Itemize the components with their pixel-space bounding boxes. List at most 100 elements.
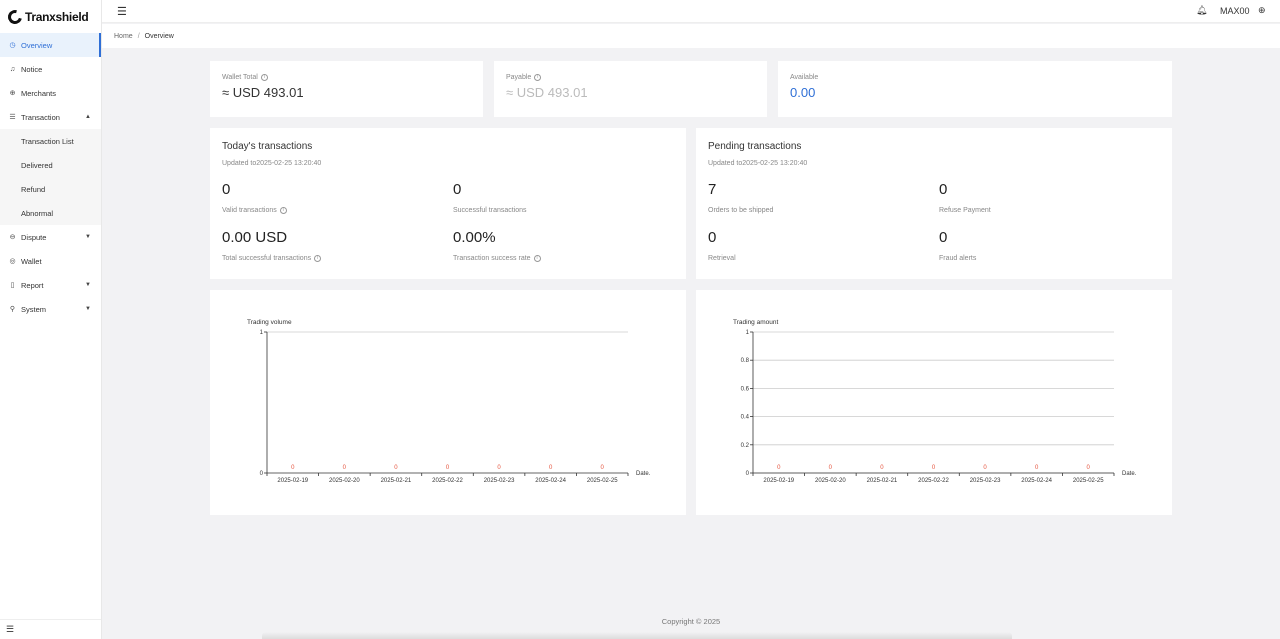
globe-icon: ⊕ [9,90,16,97]
sidebar-item-label: Merchants [21,88,57,98]
footer-divider [262,632,1012,639]
system-icon: ⚲ [9,306,16,313]
trading-volume-chart: Trading volume 0 1 2025-02-19 0 2025-02-20 0 20… [247,319,651,484]
x-tick-label: 2025-02-24 [1021,478,1052,484]
language-globe-icon[interactable]: ⊕ [1258,5,1266,16]
dashboard-icon: ◷ [9,42,16,49]
x-tick-label: 2025-02-21 [867,478,898,484]
data-label: 0 [394,465,398,471]
todays-transactions-card: Today's transactions Updated to2025-02-2… [210,128,686,279]
data-label: 0 [1035,465,1039,471]
data-label: 0 [446,465,450,471]
sidebar-item-abnormal[interactable]: Abnormal [0,201,101,225]
trading-amount-chart: Trading amount 0 0.2 0.4 0.6 0.8 1 2025-02-19 0 2… [733,319,1137,484]
info-icon[interactable]: i [260,74,268,81]
chart-title: Trading amount [733,319,778,326]
sidebar-item-overview[interactable]: ◷ Overview [0,33,101,57]
sidebar-item-transaction-list[interactable]: Transaction List [0,129,101,153]
data-label: 0 [932,465,936,471]
sidebar-item-label: System [21,304,47,314]
payable-card: Payable i ≈ USD 493.01 [494,61,767,117]
collapse-menu-button[interactable]: ☰ [0,619,101,639]
sidebar-item-system[interactable]: ⚲ System ▼ [0,297,101,321]
stat-value: 0 [453,181,462,198]
sidebar-item-transaction[interactable]: ☰ Transaction ▲ [0,105,101,129]
chevron-down-icon: ▼ [85,282,91,288]
stat-value: 0 [708,229,717,246]
breadcrumb: Home / Overview [102,24,1280,48]
stat-value: 0 [939,181,948,198]
y-tick-label: 0.6 [741,386,750,392]
chart-title: Trading volume [247,319,292,326]
x-tick-label: 2025-02-23 [970,478,1001,484]
y-tick-label: 1 [746,330,750,336]
trading-amount-card: Trading amount 0 0.2 0.4 0.6 0.8 1 2025-02-19 0 2… [696,290,1172,515]
stat-value: 7 [708,181,717,198]
available-value: 0.00 [790,85,816,100]
sidebar-item-dispute[interactable]: ⊖ Dispute ▼ [0,225,101,249]
available-label: Available [790,74,819,81]
sidebar-item-label: Dispute [21,232,47,242]
x-tick-label: 2025-02-25 [1073,478,1104,484]
info-icon[interactable]: i [533,255,541,262]
data-label: 0 [829,465,833,471]
chevron-down-icon: ▼ [85,306,91,312]
sidebar-item-delivered[interactable]: Delivered [0,153,101,177]
sidebar-item-label: Notice [21,64,43,74]
stat-value: 0.00 USD [222,229,288,246]
chevron-down-icon: ▼ [85,234,91,240]
brand-logo[interactable]: Tranxshield [0,0,101,33]
x-tick-label: 2025-02-24 [535,478,566,484]
top-header: ☰ 🔔︎ MAX00 ⊕ [102,0,1280,23]
sidebar-item-merchants[interactable]: ⊕ Merchants [0,81,101,105]
notification-bell-icon[interactable]: 🔔︎ [1196,5,1207,16]
user-menu[interactable]: MAX00 [1220,6,1250,16]
sidebar-item-report[interactable]: ▯ Report ▼ [0,273,101,297]
menu-fold-icon: ☰ [6,624,15,634]
x-axis-label: Date. [636,471,651,477]
bell-icon: ♫ [9,65,16,73]
data-label: 0 [601,465,605,471]
data-label: 0 [291,465,295,471]
x-tick-label: 2025-02-23 [484,478,515,484]
refuse-payment-stat: 0 Refuse Payment [939,181,991,214]
retrieval-stat: 0 Retrieval [708,229,736,262]
available-card: Available 0.00 [778,61,1172,117]
data-label: 0 [777,465,781,471]
logo-icon [5,6,25,27]
y-tick-label: 0.8 [741,358,750,364]
sidebar-item-label: Overview [21,40,53,50]
data-label: 0 [343,465,347,471]
stat-label: Valid transactions [222,207,277,214]
wallet-total-value: ≈ USD 493.01 [222,85,304,100]
sidebar-item-notice[interactable]: ♫ Notice [0,57,101,81]
sidebar: Tranxshield ◷ Overview ♫ Notice ⊕ Mercha… [0,0,102,639]
breadcrumb-separator: / [137,32,140,40]
data-label: 0 [880,465,884,471]
x-tick-label: 2025-02-22 [432,478,463,484]
sidebar-item-wallet[interactable]: ◎ Wallet [0,249,101,273]
list-icon: ☰ [9,114,16,121]
stat-label: Fraud alerts [939,255,977,262]
info-icon[interactable]: i [279,207,287,214]
pending-transactions-card: Pending transactions Updated to2025-02-2… [696,128,1172,279]
sidebar-item-refund[interactable]: Refund [0,177,101,201]
successful-transactions-stat: 0 Successful transactions [453,181,527,214]
brand-name: Tranxshield [25,9,89,24]
stat-label: Refuse Payment [939,207,991,214]
stat-label: Total successful transactions [222,255,312,262]
info-icon[interactable]: i [314,255,322,262]
stat-label: Retrieval [708,255,736,262]
x-tick-label: 2025-02-21 [381,478,412,484]
report-icon: ▯ [10,282,15,289]
menu-toggle-icon[interactable]: ☰ [117,5,127,18]
stat-value: 0 [222,181,231,198]
sidebar-item-label: Transaction [21,112,60,122]
updated-time: Updated to2025-02-25 13:20:40 [222,160,322,167]
breadcrumb-home-link[interactable]: Home [114,33,133,40]
footer-copyright: Copyright © 2025 [661,617,721,626]
sidebar-item-label: Report [21,280,44,290]
info-icon[interactable]: i [534,74,542,81]
stat-label: Successful transactions [453,207,527,214]
wallet-icon: ◎ [9,258,16,265]
